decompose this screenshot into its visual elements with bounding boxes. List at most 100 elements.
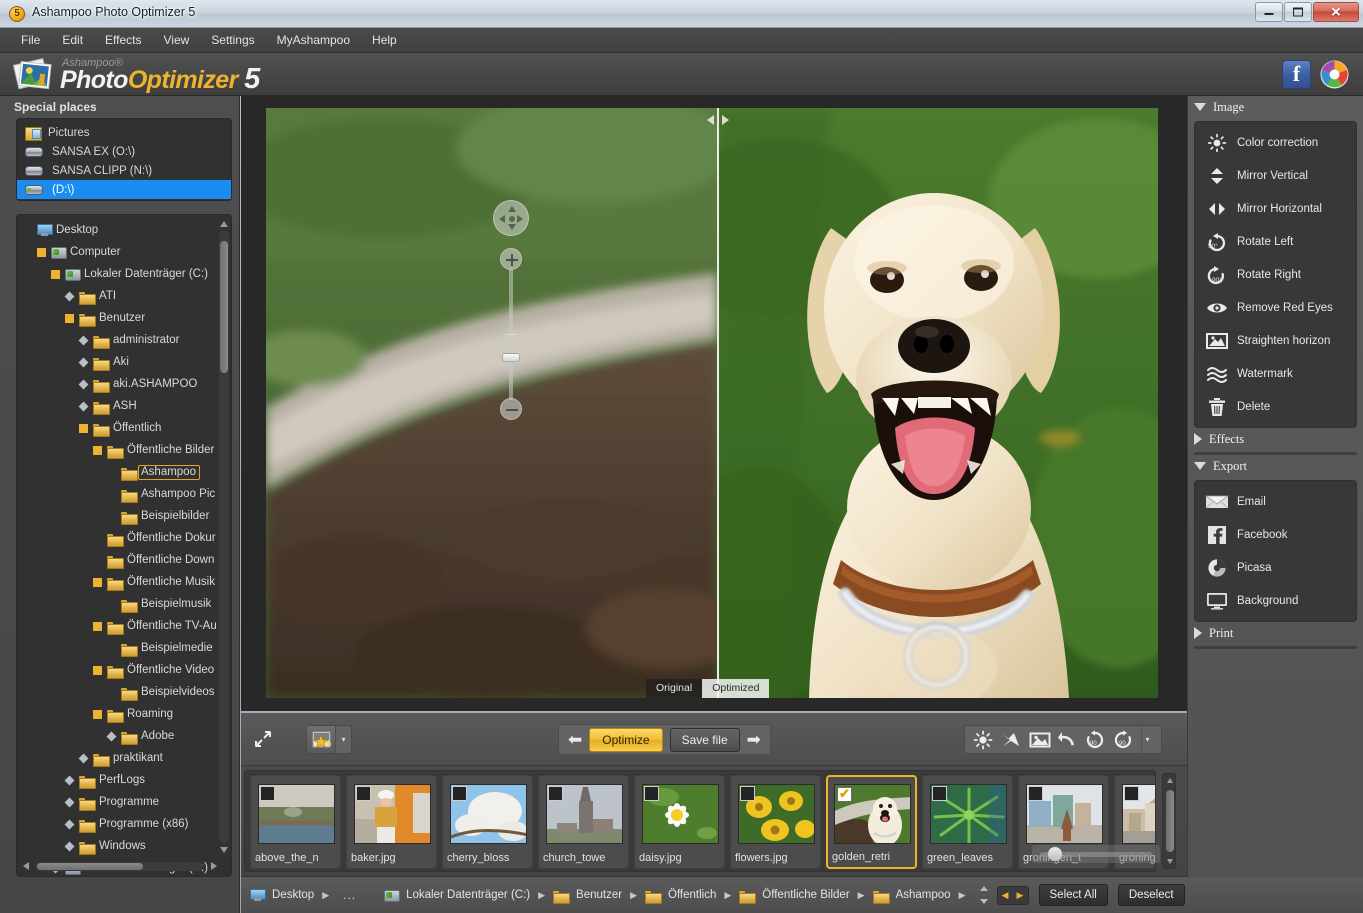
tool-item-mirror-vertical[interactable]: Mirror Vertical: [1195, 159, 1356, 192]
tree-item-ffentliche-dokur[interactable]: Öffentliche Dokur: [17, 527, 229, 549]
tree-expander-icon[interactable]: [65, 842, 74, 851]
thumbnail-item[interactable]: daisy.jpg: [634, 775, 725, 869]
scroll-right-icon[interactable]: [211, 862, 217, 870]
wizard-star-icon[interactable]: [307, 726, 336, 753]
tree-item-ati[interactable]: ATI: [17, 285, 229, 307]
tree-expander-icon[interactable]: [65, 798, 74, 807]
tree-expander-icon[interactable]: [93, 622, 102, 631]
thumbnail-checkbox[interactable]: [1028, 786, 1043, 801]
tree-expander-icon[interactable]: [65, 776, 74, 785]
thumbnail-list[interactable]: above_the_nbaker.jpgcherry_blosschurch_t…: [244, 770, 1156, 872]
scroll-up-icon[interactable]: [220, 221, 228, 227]
pan-right-icon[interactable]: [517, 215, 523, 223]
tree-item-adobe[interactable]: Adobe: [17, 725, 229, 747]
tree-item-ffentlich[interactable]: Öffentlich: [17, 417, 229, 439]
pan-down-icon[interactable]: [508, 224, 516, 230]
minimize-button[interactable]: [1255, 2, 1283, 22]
tree-item-ashampoo-pic[interactable]: Ashampoo Pic: [17, 483, 229, 505]
breadcrumb-item-ashampoo[interactable]: Ashampoo: [873, 889, 951, 902]
section-header-print[interactable]: Print: [1188, 622, 1363, 644]
tree-vertical-scrollbar[interactable]: [219, 219, 229, 855]
tool-item-email[interactable]: Email: [1195, 485, 1356, 518]
thumbnail-item[interactable]: green_leaves: [922, 775, 1013, 869]
thumbnail-item[interactable]: golden_retri: [826, 775, 917, 869]
menu-myashampoo[interactable]: MyAshampoo: [266, 29, 361, 51]
tree-expander-icon[interactable]: [37, 248, 46, 257]
thumbnail-scrollbar[interactable]: [1162, 773, 1176, 869]
pan-left-icon[interactable]: [499, 215, 505, 223]
spinner-down-icon[interactable]: [980, 899, 988, 904]
tool-item-watermark[interactable]: Watermark: [1195, 357, 1356, 390]
tool-item-delete[interactable]: Delete: [1195, 390, 1356, 423]
quick-tools-dropdown-caret-icon[interactable]: ▾: [1141, 726, 1153, 753]
section-header-export[interactable]: Export: [1188, 455, 1363, 477]
tool-item-picasa[interactable]: Picasa: [1195, 551, 1356, 584]
optimize-button[interactable]: Optimize: [589, 728, 662, 752]
tree-expander-icon[interactable]: [79, 380, 88, 389]
tree-expander-icon[interactable]: [79, 402, 88, 411]
thumbnail-checkbox[interactable]: [548, 786, 563, 801]
compare-divider[interactable]: [717, 108, 719, 698]
tree-item-ffentliche-tv-au[interactable]: Öffentliche TV-Au: [17, 615, 229, 637]
folder-tree[interactable]: DesktopComputerLokaler Datenträger (C:)A…: [16, 214, 232, 877]
crop-icon[interactable]: [1001, 730, 1021, 750]
tool-item-straighten-horizon[interactable]: Straighten horizon: [1195, 324, 1356, 357]
facebook-icon[interactable]: [1282, 60, 1311, 89]
menu-edit[interactable]: Edit: [51, 29, 94, 51]
tree-item-administrator[interactable]: administrator: [17, 329, 229, 351]
next-image-arrow[interactable]: ➡: [747, 731, 761, 748]
menu-file[interactable]: File: [10, 29, 51, 51]
maximize-button[interactable]: [1284, 2, 1312, 22]
tree-item-beispielvideos[interactable]: Beispielvideos: [17, 681, 229, 703]
thumbnail-checkbox[interactable]: [644, 786, 659, 801]
scroll-down-icon[interactable]: [220, 847, 228, 853]
thumbnail-checkbox[interactable]: [452, 786, 467, 801]
tree-item-perflogs[interactable]: PerfLogs: [17, 769, 229, 791]
thumbnail-item[interactable]: baker.jpg: [346, 775, 437, 869]
tool-item-rotate-left[interactable]: 90°Rotate Left: [1195, 225, 1356, 258]
thumbnail-checkbox[interactable]: [260, 786, 275, 801]
tool-item-facebook[interactable]: Facebook: [1195, 518, 1356, 551]
tree-item-beispielmusik[interactable]: Beispielmusik: [17, 593, 229, 615]
breadcrumb-item-oeffentlich[interactable]: Öffentlich: [645, 889, 716, 902]
breadcrumb-overflow[interactable]: ...: [343, 888, 356, 902]
thumbnail-checkbox[interactable]: [837, 787, 852, 802]
tool-item-remove-red-eyes[interactable]: Remove Red Eyes: [1195, 291, 1356, 324]
tree-expander-icon[interactable]: [65, 292, 74, 301]
breadcrumb-item-local-disk-c[interactable]: Lokaler Datenträger (C:): [384, 889, 530, 901]
tree-item-roaming[interactable]: Roaming: [17, 703, 229, 725]
tree-item-computer[interactable]: Computer: [17, 241, 229, 263]
photo-compare-stage[interactable]: Original Optimized: [266, 108, 1158, 698]
tree-item-lokaler-datentr-ger-c[interactable]: Lokaler Datenträger (C:): [17, 263, 229, 285]
tree-item-benutzer[interactable]: Benutzer: [17, 307, 229, 329]
fullscreen-toggle-icon[interactable]: [254, 730, 276, 750]
previous-image-arrow[interactable]: ⬅: [568, 731, 582, 748]
menu-settings[interactable]: Settings: [200, 29, 265, 51]
tree-expander-icon[interactable]: [93, 578, 102, 587]
picasa-icon[interactable]: [1320, 60, 1349, 89]
tree-horizontal-scrollbar[interactable]: [21, 861, 219, 872]
thumbnail-size-slider[interactable]: [1032, 845, 1160, 863]
scroll-thumb[interactable]: [220, 241, 228, 373]
menu-effects[interactable]: Effects: [94, 29, 152, 51]
scroll-up-icon[interactable]: [1167, 778, 1173, 783]
thumbnail-item[interactable]: church_towe: [538, 775, 629, 869]
brightness-icon[interactable]: [973, 730, 993, 750]
scroll-thumb[interactable]: [1166, 790, 1174, 852]
section-header-effects[interactable]: Effects: [1188, 428, 1363, 450]
tree-item-ffentliche-musik[interactable]: Öffentliche Musik: [17, 571, 229, 593]
deselect-button[interactable]: Deselect: [1118, 884, 1185, 906]
zoom-thumb[interactable]: [502, 353, 520, 362]
tree-item-aki-ashampoo[interactable]: aki.ASHAMPOO: [17, 373, 229, 395]
zoom-slider[interactable]: [500, 248, 522, 420]
pan-navigator[interactable]: [493, 200, 529, 236]
thumbnail-item[interactable]: cherry_bloss: [442, 775, 533, 869]
tool-item-mirror-horizontal[interactable]: Mirror Horizontal: [1195, 192, 1356, 225]
tree-expander-icon[interactable]: [107, 732, 116, 741]
tree-item-ffentliche-video[interactable]: Öffentliche Video: [17, 659, 229, 681]
tree-expander-icon[interactable]: [93, 666, 102, 675]
pan-up-icon[interactable]: [508, 206, 516, 212]
tree-item-aki[interactable]: Aki: [17, 351, 229, 373]
rotate-left-icon[interactable]: 90: [1085, 730, 1105, 750]
tree-expander-icon[interactable]: [79, 358, 88, 367]
